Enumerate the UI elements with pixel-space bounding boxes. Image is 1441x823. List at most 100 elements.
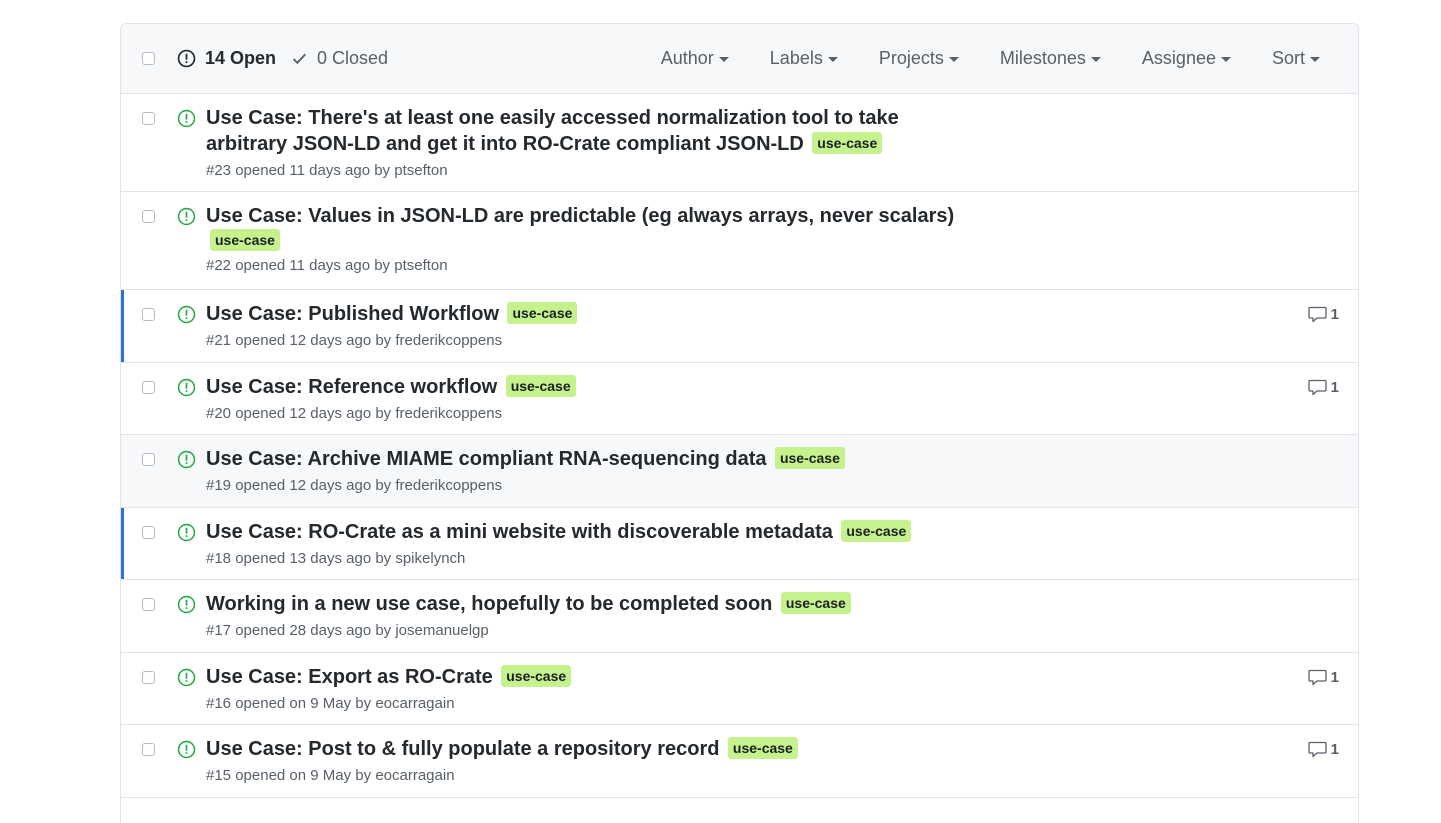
assignee-filter[interactable]: Assignee — [1142, 48, 1231, 69]
issue-title-line: Use Case: Reference workflow use-case — [206, 374, 976, 400]
issues-list-header: 14 Open 0 Closed Author Labels Projects … — [121, 24, 1358, 94]
comment-icon — [1308, 741, 1327, 758]
issue-author-link[interactable]: eocarragain — [375, 767, 454, 784]
issue-checkbox[interactable] — [142, 598, 155, 611]
issue-body: Use Case: Published Workflow use-case #2… — [206, 301, 976, 350]
caret-down-icon — [827, 57, 838, 62]
issue-meta: #23 opened 11 days ago by ptsefton — [206, 161, 976, 180]
issue-author-link[interactable]: frederikcoppens — [395, 332, 502, 349]
issue-checkbox[interactable] — [142, 453, 155, 466]
issue-title-link[interactable]: Use Case: RO-Crate as a mini website wit… — [206, 521, 833, 543]
comments-link[interactable]: 1 — [1308, 306, 1339, 323]
comment-count: 1 — [1330, 741, 1339, 758]
comment-icon — [1308, 306, 1327, 323]
issue-checkbox[interactable] — [142, 112, 155, 125]
use-case-label[interactable]: use-case — [507, 302, 578, 324]
issue-author-link[interactable]: josemanuelgp — [395, 622, 488, 639]
open-issues-tab[interactable]: 14 Open — [177, 48, 276, 69]
issue-row[interactable]: Use Case: There's at least one easily ac… — [121, 94, 1358, 192]
issue-author-link[interactable]: spikelynch — [395, 550, 465, 567]
milestones-filter[interactable]: Milestones — [1000, 48, 1101, 69]
issue-author-link[interactable]: ptsefton — [394, 257, 447, 274]
issue-row[interactable]: Working in a new use case, hopefully to … — [121, 580, 1358, 653]
comments-link[interactable]: 1 — [1308, 741, 1339, 758]
issue-title-link[interactable]: Use Case: There's at least one easily ac… — [206, 107, 899, 155]
issue-title-link[interactable]: Working in a new use case, hopefully to … — [206, 593, 772, 615]
comments-link[interactable]: 1 — [1308, 379, 1339, 396]
issue-title-link[interactable]: Use Case: Export as RO-Crate — [206, 666, 493, 688]
issue-opened-text: opened on 9 May by — [235, 695, 372, 712]
use-case-label[interactable]: use-case — [727, 737, 798, 759]
caret-down-icon — [1090, 57, 1101, 62]
use-case-label[interactable]: use-case — [505, 375, 576, 397]
projects-filter-label: Projects — [878, 48, 944, 68]
comment-icon — [1308, 669, 1327, 686]
select-all-checkbox[interactable] — [142, 52, 155, 65]
issue-meta: #21 opened 12 days ago by frederikcoppen… — [206, 331, 976, 350]
use-case-label[interactable]: use-case — [841, 520, 912, 542]
issue-meta: #17 opened 28 days ago by josemanuelgp — [206, 621, 976, 640]
issue-body: Use Case: Export as RO-Crate use-case #1… — [206, 664, 976, 713]
issue-checkbox[interactable] — [142, 308, 155, 321]
sort-filter-label: Sort — [1271, 48, 1305, 68]
use-case-label[interactable]: use-case — [812, 132, 883, 154]
issue-checkbox[interactable] — [142, 381, 155, 394]
issue-title-link[interactable]: Use Case: Post to & fully populate a rep… — [206, 738, 719, 760]
author-filter[interactable]: Author — [661, 48, 729, 69]
issue-title-line: Use Case: There's at least one easily ac… — [206, 105, 976, 157]
issue-opened-icon — [177, 207, 196, 226]
use-case-label[interactable]: use-case — [501, 665, 572, 687]
issue-row[interactable]: Use Case: Values in JSON-LD are predicta… — [121, 192, 1358, 290]
issue-author-link[interactable]: ptsefton — [394, 162, 447, 179]
issue-row[interactable]: Use Case: Export as RO-Crate use-case #1… — [121, 653, 1358, 725]
issue-row[interactable]: Use Case: Reference workflow use-case #2… — [121, 363, 1358, 435]
issue-body: Use Case: Archive MIAME compliant RNA-se… — [206, 446, 976, 495]
issue-checkbox[interactable] — [142, 743, 155, 756]
labels-filter[interactable]: Labels — [770, 48, 838, 69]
comments-link[interactable]: 1 — [1308, 669, 1339, 686]
issue-opened-icon — [177, 740, 196, 759]
issue-checkbox[interactable] — [142, 671, 155, 684]
issue-number: #16 — [206, 695, 232, 712]
issue-title-link[interactable]: Use Case: Archive MIAME compliant RNA-se… — [206, 448, 767, 470]
comment-count: 1 — [1330, 669, 1339, 686]
issue-title-line: Use Case: Published Workflow use-case — [206, 301, 976, 327]
issue-number: #22 — [206, 257, 232, 274]
issue-title-link[interactable]: Use Case: Published Workflow — [206, 303, 499, 325]
issue-number: #19 — [206, 477, 232, 494]
projects-filter[interactable]: Projects — [879, 48, 959, 69]
issue-opened-icon — [177, 595, 196, 614]
use-case-label[interactable]: use-case — [774, 447, 845, 469]
issue-title-line: Use Case: Post to & fully populate a rep… — [206, 736, 976, 762]
issue-opened-text: opened 11 days ago by — [235, 162, 391, 179]
issue-number: #20 — [206, 405, 232, 422]
caret-down-icon — [948, 57, 959, 62]
issue-opened-icon — [177, 668, 196, 687]
issue-checkbox[interactable] — [142, 526, 155, 539]
issue-row[interactable]: Use Case: Published Workflow use-case #2… — [121, 290, 1358, 363]
closed-issues-tab[interactable]: 0 Closed — [291, 48, 388, 69]
issue-author-link[interactable]: eocarragain — [375, 695, 454, 712]
issue-title-link[interactable]: Use Case: Reference workflow — [206, 376, 497, 398]
issue-title-link[interactable]: Use Case: Values in JSON-LD are predicta… — [206, 205, 954, 227]
issue-meta: #22 opened 11 days ago by ptsefton — [206, 256, 976, 275]
issue-opened-text: opened 12 days ago by — [235, 477, 392, 494]
use-case-label[interactable]: use-case — [780, 592, 851, 614]
use-case-label[interactable]: use-case — [210, 229, 280, 251]
issue-body: Use Case: RO-Crate as a mini website wit… — [206, 519, 976, 568]
issue-author-link[interactable]: frederikcoppens — [395, 477, 502, 494]
issue-row[interactable]: Use Case: Post to & fully populate a rep… — [121, 725, 1358, 798]
issue-number: #17 — [206, 622, 232, 639]
issue-row[interactable]: Use Case: Archive MIAME compliant RNA-se… — [121, 435, 1358, 508]
issue-row[interactable]: Use Case: RO-Crate as a mini website wit… — [121, 508, 1358, 580]
closed-label: Closed — [332, 48, 389, 68]
issue-checkbox[interactable] — [142, 210, 155, 223]
issue-opened-text: opened on 9 May by — [235, 767, 372, 784]
issue-meta: #16 opened on 9 May by eocarragain — [206, 694, 976, 713]
issue-title-line: Use Case: Archive MIAME compliant RNA-se… — [206, 446, 976, 472]
issue-opened-text: opened 12 days ago by — [235, 332, 392, 349]
issue-author-link[interactable]: frederikcoppens — [395, 405, 502, 422]
issue-title-line: Use Case: Export as RO-Crate use-case — [206, 664, 976, 690]
issue-opened-text: opened 28 days ago by — [235, 622, 392, 639]
sort-filter[interactable]: Sort — [1272, 48, 1320, 69]
